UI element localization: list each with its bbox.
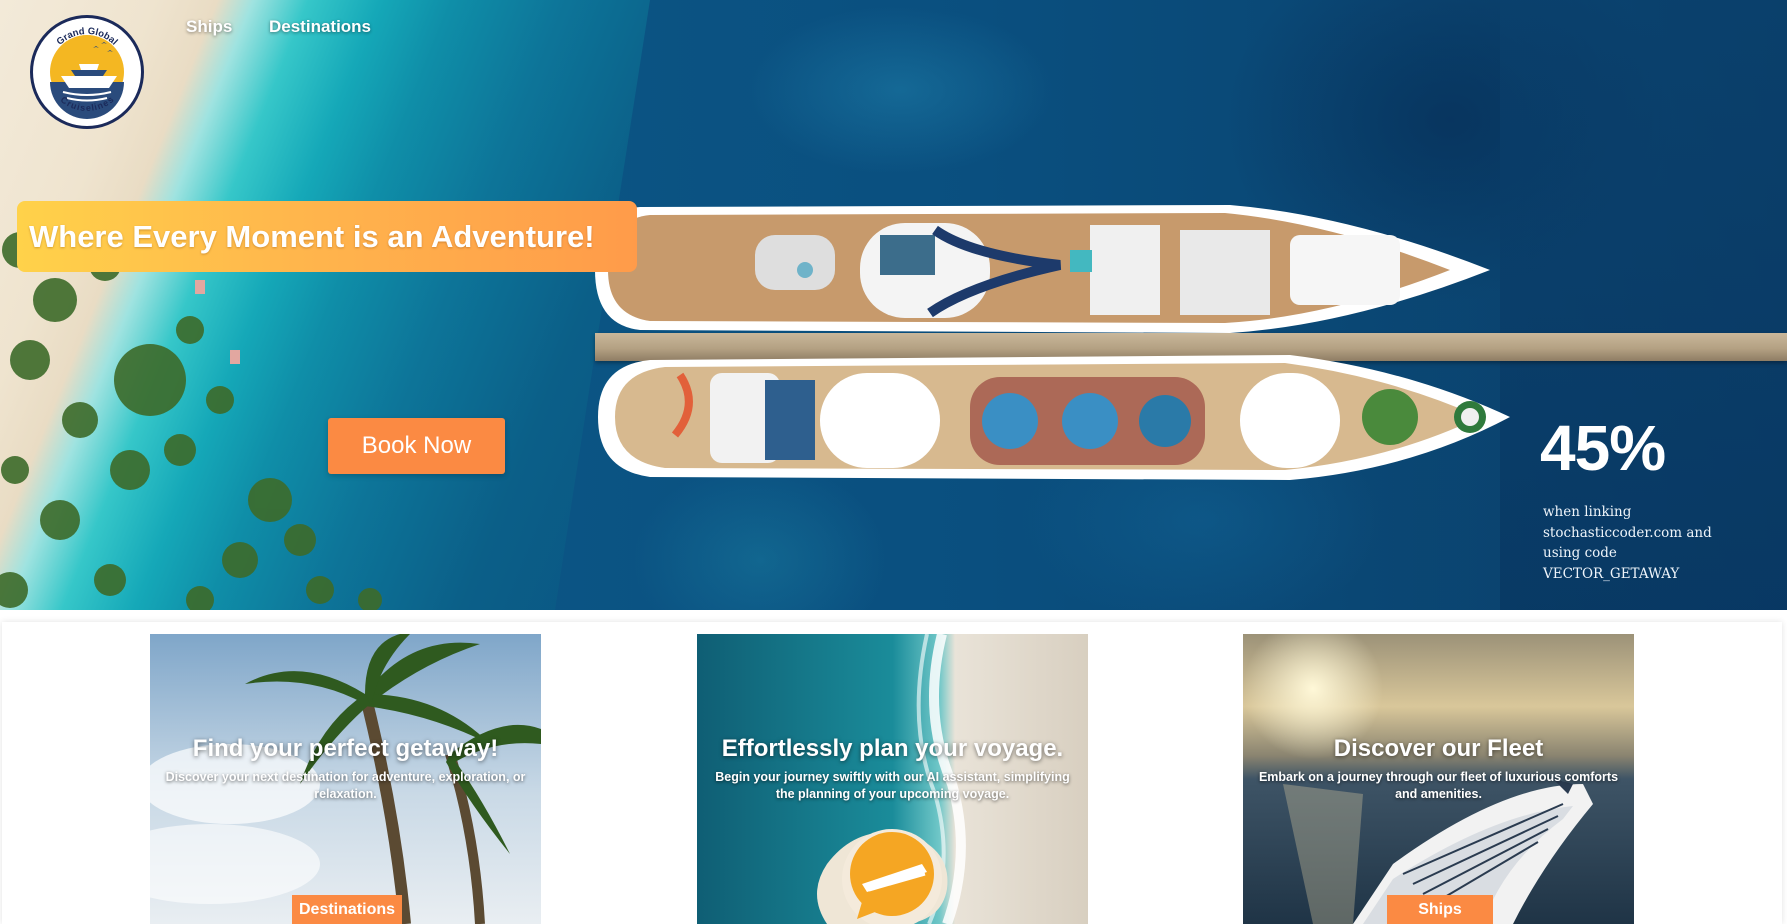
ships-button[interactable]: Ships	[1387, 895, 1493, 924]
card-fleet[interactable]: Discover our Fleet Embark on a journey t…	[1243, 634, 1634, 924]
promo-description: when linking stochasticcoder.com and usi…	[1543, 504, 1712, 582]
brand-logo[interactable]: Grand Global Cruiselines	[30, 15, 144, 129]
card-title: Effortlessly plan your voyage.	[721, 735, 1064, 762]
card-destinations[interactable]: Find your perfect getaway! Discover your…	[150, 634, 541, 924]
nav-ships[interactable]: Ships	[186, 17, 232, 37]
ship-logo-icon: Grand Global Cruiselines	[37, 22, 137, 122]
promo-percent: 45%	[1540, 412, 1666, 484]
hero-tagline: Where Every Moment is an Adventure!	[17, 201, 637, 272]
nav-destinations[interactable]: Destinations	[269, 17, 371, 37]
cruise-ships-image	[595, 205, 1510, 480]
card-description: Begin your journey swiftly with our AI a…	[715, 770, 1070, 801]
hero-banner: Grand Global Cruiselines Ships Destinati…	[0, 0, 1787, 610]
card-description: Discover your next destination for adven…	[165, 770, 526, 801]
book-now-button[interactable]: Book Now	[328, 418, 505, 474]
card-description: Embark on a journey through our fleet of…	[1258, 770, 1619, 801]
destinations-button[interactable]: Destinations	[292, 895, 403, 924]
card-plan-voyage[interactable]: Effortlessly plan your voyage. Begin you…	[697, 634, 1088, 924]
card-title: Find your perfect getaway!	[192, 735, 499, 762]
card-title: Discover our Fleet	[1333, 735, 1544, 762]
